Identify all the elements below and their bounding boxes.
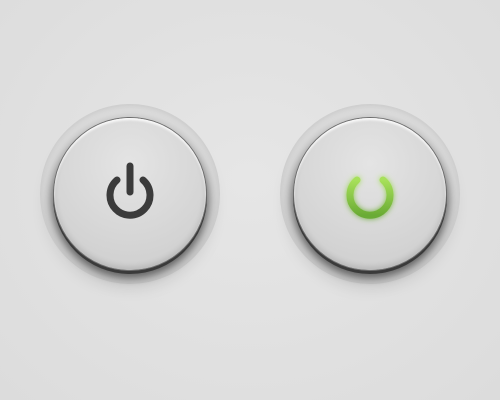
- power-button-on-well: [280, 104, 460, 284]
- power-icon: [106, 162, 154, 219]
- power-button-off-well: [40, 104, 220, 284]
- power-button-on[interactable]: [294, 118, 446, 270]
- power-button-off[interactable]: [54, 118, 206, 270]
- power-icon: [346, 162, 394, 219]
- power-buttons-panel: [0, 0, 500, 400]
